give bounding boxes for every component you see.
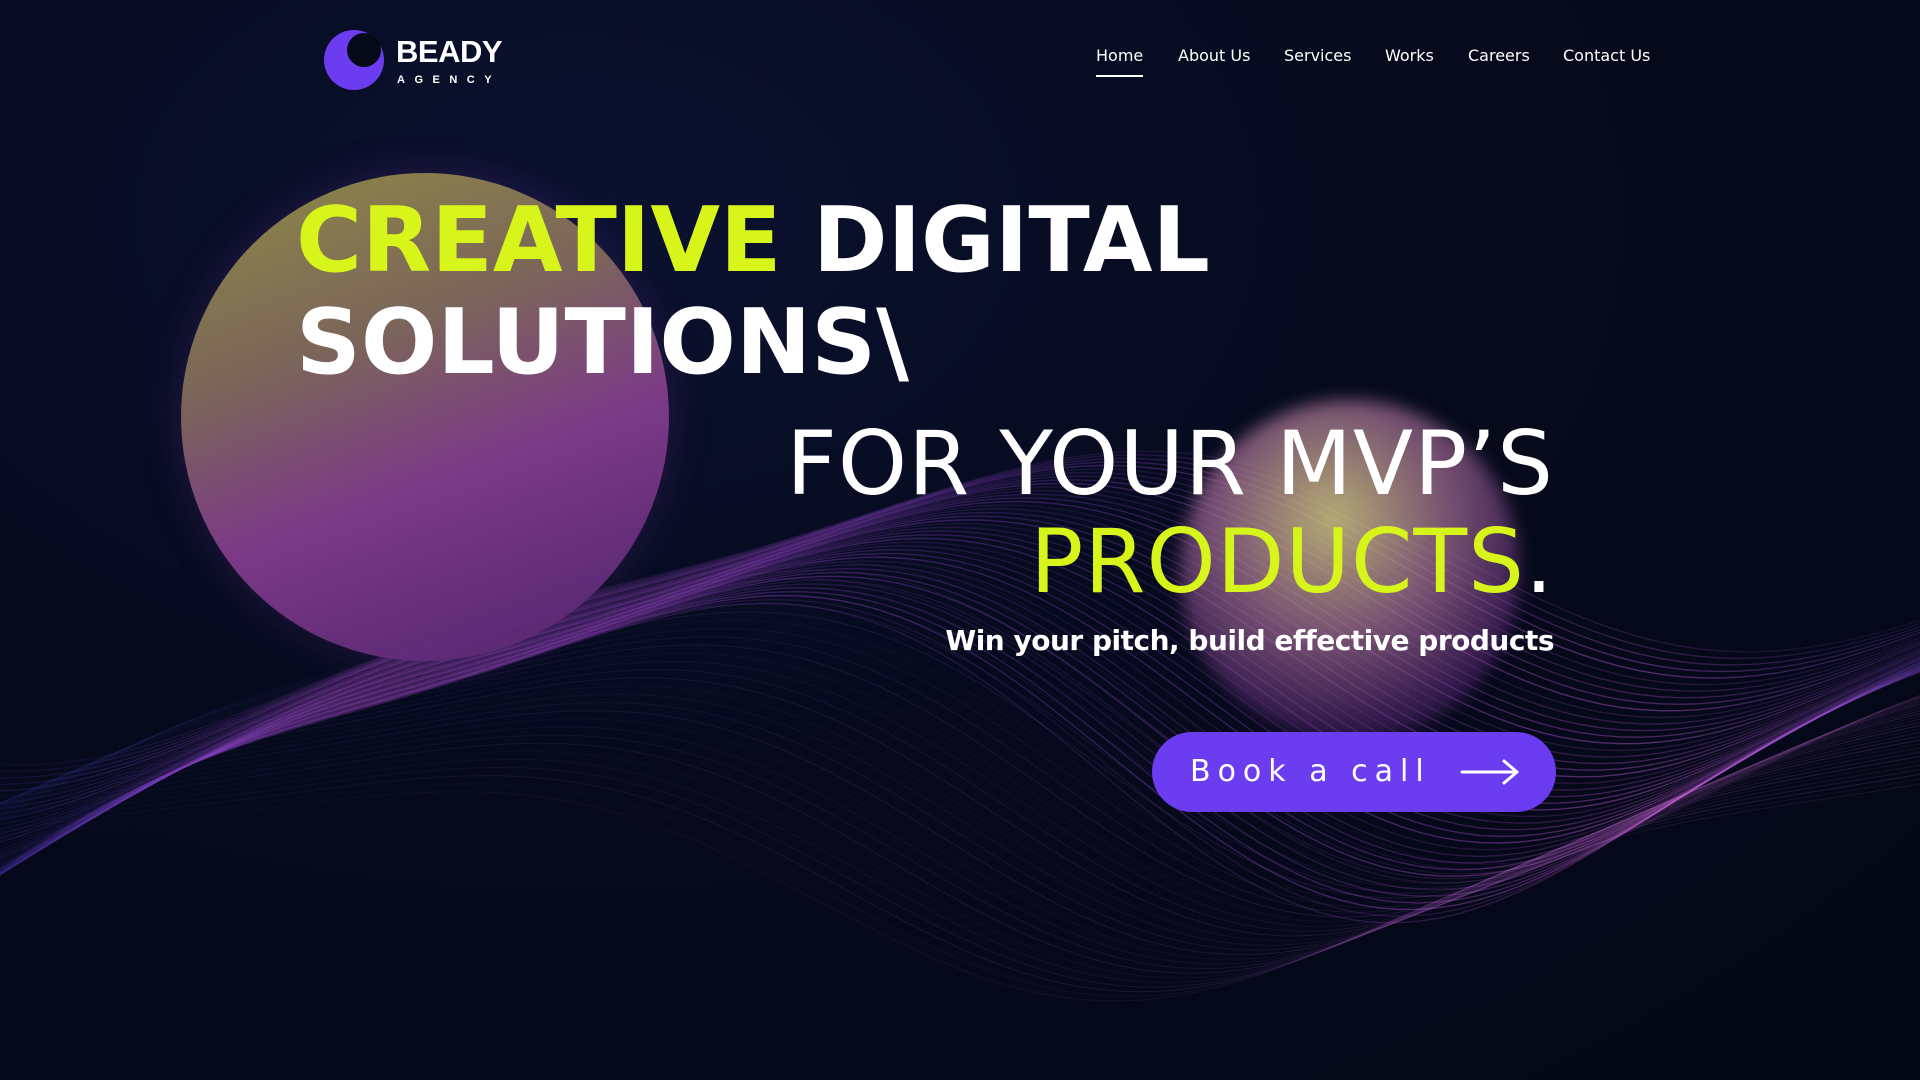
logo-icon — [324, 30, 384, 90]
headline-line-1: CREATIVE DIGITAL — [296, 196, 1210, 286]
nav-item-careers[interactable]: Careers — [1468, 46, 1530, 65]
headline-highlight-creative: CREATIVE — [296, 188, 782, 293]
nav-item-about-us[interactable]: About Us — [1178, 46, 1250, 65]
nav-item-label: Careers — [1468, 46, 1530, 65]
book-a-call-button[interactable]: Book a call — [1152, 732, 1556, 812]
nav-item-label: Home — [1096, 46, 1144, 65]
headline-word-digital: DIGITAL — [812, 188, 1210, 293]
nav-item-label: About Us — [1178, 46, 1251, 65]
headline-period: . — [1525, 510, 1554, 613]
nav-item-label: Works — [1385, 46, 1434, 65]
brand-logo[interactable]: BEADY AGENCY — [322, 26, 512, 92]
nav-item-label: Services — [1284, 46, 1352, 65]
hero-tagline: Win your pitch, build effective products — [945, 624, 1554, 657]
brand-subtitle: AGENCY — [397, 74, 502, 86]
brand-name: BEADY — [396, 34, 503, 69]
nav-item-works[interactable]: Works — [1385, 46, 1434, 65]
headline-line-4: PRODUCTS. — [1030, 518, 1554, 606]
headline-line-3: FOR YOUR MVP’S — [786, 412, 1554, 515]
active-nav-indicator — [1096, 75, 1144, 77]
nav-item-home[interactable]: Home — [1096, 46, 1144, 77]
nav-item-contact-us[interactable]: Contact Us — [1563, 46, 1650, 65]
main-nav: Home About Us Services Works Careers Con… — [1080, 44, 1650, 84]
cta-label: Book a call — [1190, 754, 1431, 789]
headline-highlight-products: PRODUCTS — [1030, 510, 1526, 613]
nav-item-services[interactable]: Services — [1284, 46, 1351, 65]
hero-section: BEADY AGENCY Home About Us Services Work… — [0, 0, 1920, 1080]
nav-item-label: Contact Us — [1563, 46, 1651, 65]
arrow-right-icon — [1460, 759, 1519, 785]
headline-line-2: SOLUTIONS\ — [296, 290, 909, 395]
